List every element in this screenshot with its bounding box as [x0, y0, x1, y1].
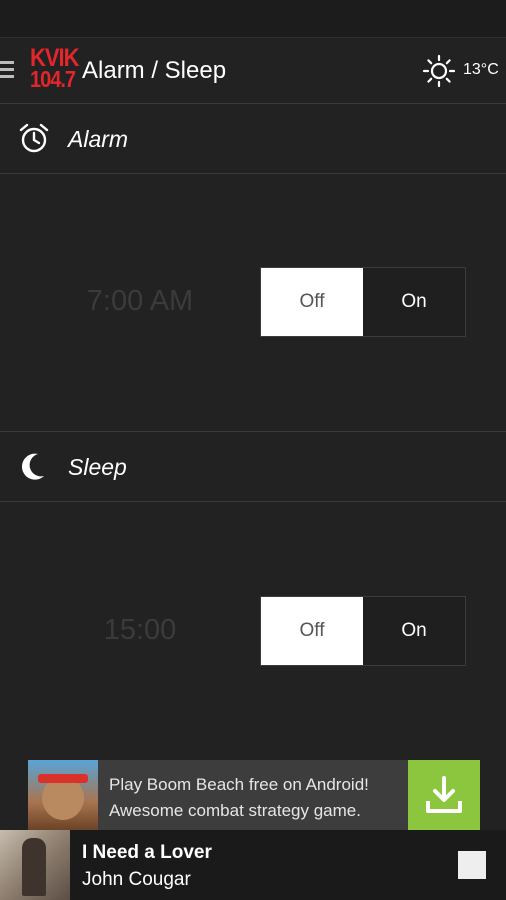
page-title: Alarm / Sleep — [82, 57, 227, 84]
app-bar: KVIK 104.7 Alarm / Sleep 13°C — [0, 38, 506, 104]
sleep-label: Sleep — [68, 454, 127, 480]
menu-icon[interactable] — [0, 61, 16, 81]
temperature-label[interactable]: 13°C — [463, 61, 499, 79]
alarm-section-header: Alarm — [0, 104, 506, 174]
ad-banner[interactable]: Play Boom Beach free on Android! Awesome… — [28, 760, 480, 830]
sleep-toggle: Off On — [260, 596, 466, 666]
moon-icon — [21, 453, 44, 480]
track-title: I Need a Lover — [82, 842, 212, 863]
station-logo: KVIK 104.7 — [30, 43, 80, 94]
sleep-time[interactable]: 15:00 — [40, 614, 240, 647]
ad-line1: Play Boom Beach free on Android! — [109, 775, 369, 794]
logo-line2: 104.7 — [30, 67, 76, 93]
sleep-off-button[interactable]: Off — [261, 597, 363, 665]
now-playing-bar[interactable]: I Need a Lover John Cougar — [0, 830, 506, 900]
alarm-clock-icon — [19, 123, 49, 153]
album-art — [0, 830, 70, 900]
stop-icon[interactable] — [458, 851, 486, 879]
alarm-time[interactable]: 7:00 AM — [40, 285, 240, 318]
sleep-section-header: Sleep — [0, 432, 506, 502]
ad-line2: Awesome combat strategy game. — [109, 801, 361, 820]
status-bar — [0, 0, 506, 38]
track-artist: John Cougar — [82, 869, 191, 890]
alarm-label: Alarm — [68, 126, 129, 152]
ad-thumbnail — [28, 760, 98, 830]
ad-text: Play Boom Beach free on Android! Awesome… — [109, 772, 409, 824]
alarm-on-button[interactable]: On — [363, 268, 465, 336]
alarm-off-button[interactable]: Off — [261, 268, 363, 336]
alarm-toggle: Off On — [260, 267, 466, 337]
logo-line1: KVIK — [30, 43, 80, 72]
sleep-on-button[interactable]: On — [363, 597, 465, 665]
sun-icon[interactable] — [422, 54, 456, 88]
download-icon — [426, 776, 462, 813]
ad-download-button[interactable] — [408, 760, 480, 830]
